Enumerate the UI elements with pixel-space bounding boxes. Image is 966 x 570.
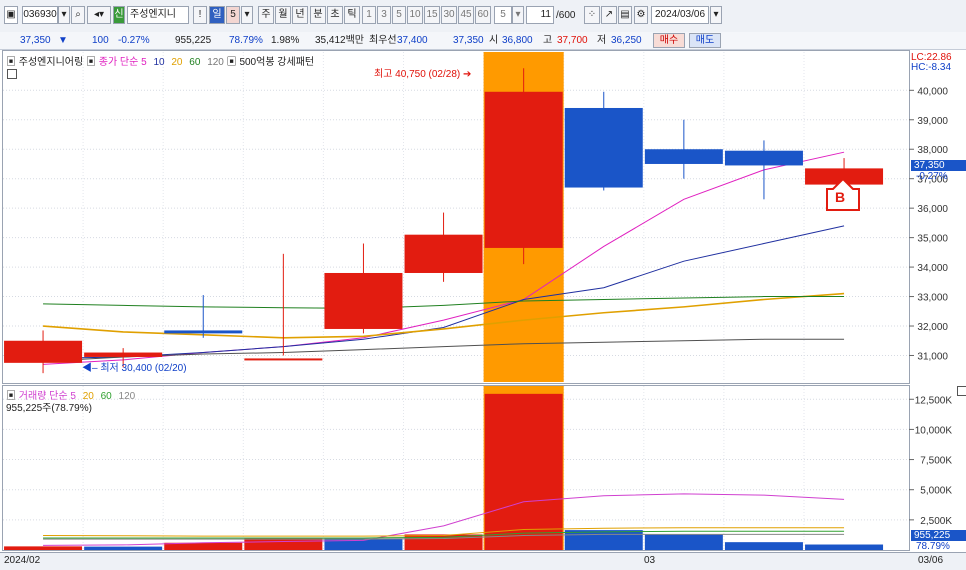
hc-label: HC:-8.34 bbox=[911, 62, 952, 73]
candle-body bbox=[84, 352, 163, 357]
time-axis-end: 03/06 bbox=[918, 555, 944, 566]
signal-label: B bbox=[835, 189, 846, 205]
volume-tag: 955,225 bbox=[911, 530, 966, 541]
low-annotation: ◀– 최저 30,400 (02/20) bbox=[82, 359, 187, 374]
volume-ma-120: 120 bbox=[118, 391, 136, 402]
volume-tick-label: 5,000K bbox=[920, 486, 952, 497]
chart-svg: 31,00032,00033,00034,00035,00036,00037,0… bbox=[3, 52, 953, 550]
last-pct-tag: -0.27% bbox=[916, 171, 948, 182]
volume-tick-label: 12,500K bbox=[915, 395, 953, 406]
volume-pct-tag: 78.79% bbox=[916, 541, 950, 552]
candle-body bbox=[324, 272, 403, 329]
price-tick-label: 33,000 bbox=[917, 293, 948, 304]
price-tick-label: 32,000 bbox=[917, 322, 948, 333]
legend-ma-60: 60 bbox=[189, 57, 201, 68]
price-tick-label: 35,000 bbox=[917, 234, 948, 245]
legend-box-icon: ▣ bbox=[226, 57, 240, 68]
candle-body bbox=[724, 150, 803, 166]
price-tick-label: 34,000 bbox=[917, 263, 948, 274]
volume-bar bbox=[484, 393, 563, 550]
volume-bar bbox=[724, 542, 803, 550]
right-arrow-icon: ➔ bbox=[463, 69, 472, 80]
legend-ma-label: 종가 단순 bbox=[98, 57, 139, 68]
pane-collapse-icon[interactable] bbox=[957, 386, 966, 396]
pane-settings-icon[interactable] bbox=[7, 69, 17, 79]
legend-ma-10: 10 bbox=[153, 57, 165, 68]
candle-body bbox=[244, 358, 323, 361]
volume-tick-label: 2,500K bbox=[920, 516, 952, 527]
volume-tick-label: 10,000K bbox=[915, 425, 953, 436]
price-tick-label: 36,000 bbox=[917, 204, 948, 215]
legend-box-icon: ▣ bbox=[6, 57, 19, 68]
last-price-tag: 37,350 bbox=[911, 160, 966, 171]
volume-bar bbox=[4, 546, 83, 550]
volume-bar bbox=[805, 544, 884, 550]
legend-ma-5: 5 bbox=[141, 57, 147, 68]
price-tick-label: 40,000 bbox=[917, 86, 948, 97]
high-annotation: 최고 40,750 (02/28) ➔ bbox=[374, 65, 471, 80]
legend-pattern: 500억봉 강세패턴 bbox=[239, 57, 315, 68]
time-axis bbox=[0, 552, 966, 570]
candle-body bbox=[484, 91, 563, 248]
volume-current: 955,225주(78.79%) bbox=[6, 403, 92, 414]
volume-bar bbox=[644, 534, 723, 550]
legend-stock-name: 주성엔지니어링 bbox=[18, 57, 84, 68]
legend-ma-120: 120 bbox=[207, 57, 224, 68]
candle-body bbox=[404, 234, 483, 273]
candle-body bbox=[164, 330, 243, 334]
low-annotation-text: 최저 30,400 (02/20) bbox=[100, 363, 187, 374]
volume-bar bbox=[84, 546, 163, 550]
candle-body bbox=[644, 149, 723, 164]
high-annotation-text: 최고 40,750 (02/28) bbox=[374, 69, 461, 80]
candle-body bbox=[4, 340, 83, 363]
price-legend: ▣ 주성엔지니어링 ▣ 종가 단순 5 10 20 60 120 ▣ 500억봉… bbox=[6, 53, 314, 68]
volume-bar bbox=[404, 534, 483, 550]
volume-ma-60: 60 bbox=[100, 391, 112, 402]
candle-body bbox=[564, 107, 643, 188]
time-axis-start: 2024/02 bbox=[4, 555, 41, 566]
price-tick-label: 38,000 bbox=[917, 145, 948, 156]
left-arrow-icon: ◀– bbox=[82, 363, 98, 374]
legend-ma-20: 20 bbox=[171, 57, 183, 68]
legend-box-icon: ▣ bbox=[85, 57, 99, 68]
time-axis-month: 03 bbox=[644, 555, 656, 566]
price-tick-label: 39,000 bbox=[917, 116, 948, 127]
volume-tick-label: 7,500K bbox=[920, 456, 952, 467]
price-tick-label: 31,000 bbox=[917, 351, 948, 362]
volume-bar bbox=[564, 530, 643, 550]
